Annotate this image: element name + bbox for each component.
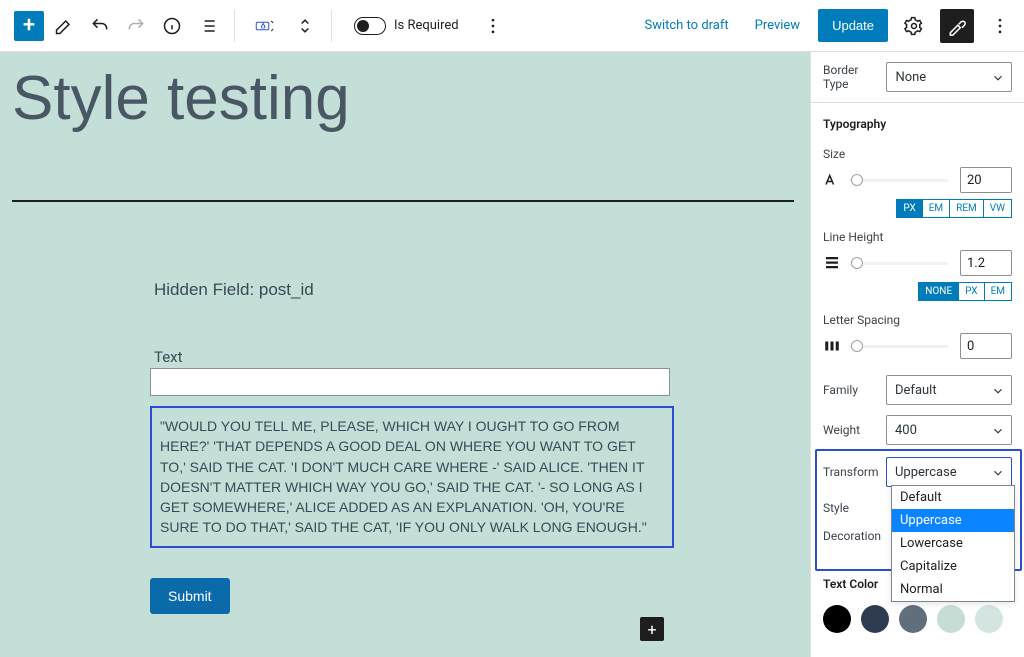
block-inserter-button[interactable]: +	[640, 617, 664, 641]
letter-spacing-icon	[823, 337, 841, 355]
more-options-button[interactable]	[477, 10, 509, 42]
text-field-input[interactable]	[150, 368, 670, 396]
size-value-input[interactable]: 20	[960, 167, 1012, 193]
size-units: PX EM REM VW	[823, 199, 1012, 218]
font-size-icon	[823, 171, 841, 189]
preview-button[interactable]: Preview	[747, 12, 808, 39]
family-select[interactable]: Default	[886, 375, 1012, 405]
unit-em[interactable]: EM	[922, 199, 950, 218]
switch-to-draft-button[interactable]: Switch to draft	[636, 12, 736, 39]
unit-px[interactable]: PX	[896, 199, 922, 218]
page-title[interactable]: Style testing	[12, 68, 802, 130]
edit-mode-button[interactable]	[48, 10, 80, 42]
chevron-down-icon	[991, 384, 1005, 402]
transform-option-capitalize[interactable]: Capitalize	[892, 555, 1014, 578]
style-label: Style	[823, 501, 849, 515]
settings-sidebar: Border Type None Typography Size 20 PX E…	[810, 52, 1024, 657]
transform-dropdown: Default Uppercase Lowercase Capitalize N…	[891, 485, 1015, 602]
add-block-button[interactable]: +	[14, 11, 44, 41]
transform-option-uppercase[interactable]: Uppercase	[892, 509, 1014, 532]
chevron-down-icon	[991, 71, 1005, 89]
swatch-5[interactable]	[975, 605, 1003, 633]
swatch-2[interactable]	[861, 605, 889, 633]
line-height-icon	[823, 254, 841, 272]
swatch-4[interactable]	[937, 605, 965, 633]
weight-label: Weight	[823, 423, 860, 437]
size-slider[interactable]	[849, 179, 948, 182]
chevron-down-icon	[991, 424, 1005, 442]
separator	[234, 10, 235, 42]
editor-canvas: Style testing Hidden Field: post_id Text…	[0, 52, 810, 657]
swatch-3[interactable]	[899, 605, 927, 633]
separator	[331, 10, 332, 42]
typography-heading: Typography	[823, 103, 1012, 141]
line-height-value-input[interactable]: 1.2	[960, 250, 1012, 276]
line-height-slider[interactable]	[849, 262, 948, 265]
transform-option-default[interactable]: Default	[892, 486, 1014, 509]
chevron-down-icon	[991, 466, 1005, 484]
border-type-select[interactable]: None	[886, 62, 1012, 92]
redo-button[interactable]	[120, 10, 152, 42]
textarea-block[interactable]: "WOULD YOU TELL ME, PLEASE, WHICH WAY I …	[150, 406, 674, 548]
letter-spacing-label: Letter Spacing	[823, 313, 1012, 327]
styles-button[interactable]	[940, 9, 974, 43]
submit-button[interactable]: Submit	[150, 578, 230, 614]
update-button[interactable]: Update	[818, 9, 888, 42]
transform-option-lowercase[interactable]: Lowercase	[892, 532, 1014, 555]
unit-rem[interactable]: REM	[949, 199, 984, 218]
form-block: Hidden Field: post_id Text "WOULD YOU TE…	[150, 280, 690, 614]
info-icon[interactable]	[156, 10, 188, 42]
block-type-icon[interactable]	[245, 10, 285, 42]
unit-em[interactable]: EM	[984, 282, 1012, 301]
text-field-label: Text	[154, 348, 690, 366]
undo-button[interactable]	[84, 10, 116, 42]
is-required-label: Is Required	[394, 18, 459, 33]
transform-label: Transform	[823, 465, 879, 479]
letter-spacing-value-input[interactable]: 0	[960, 333, 1012, 359]
hidden-field-label[interactable]: Hidden Field: post_id	[154, 280, 690, 300]
horizontal-rule	[12, 200, 794, 202]
line-height-units: NONE PX EM	[823, 282, 1012, 301]
family-label: Family	[823, 383, 858, 397]
decoration-label: Decoration	[823, 529, 881, 543]
toggle-switch-icon[interactable]	[354, 17, 386, 35]
editor-toolbar: + Is Required Switch to draft Preview Up…	[0, 0, 1024, 52]
line-height-label: Line Height	[823, 230, 1012, 244]
letter-spacing-slider[interactable]	[849, 345, 948, 348]
unit-vw[interactable]: VW	[983, 199, 1012, 218]
unit-none[interactable]: NONE	[918, 282, 959, 301]
is-required-toggle[interactable]: Is Required	[354, 17, 459, 35]
unit-px[interactable]: PX	[958, 282, 984, 301]
swatch-1[interactable]	[823, 605, 851, 633]
transform-option-normal[interactable]: Normal	[892, 578, 1014, 601]
more-menu-button[interactable]	[984, 10, 1016, 42]
settings-button[interactable]	[898, 10, 930, 42]
weight-select[interactable]: 400	[886, 415, 1012, 445]
border-type-label: Border Type	[823, 63, 886, 91]
transform-select[interactable]: Uppercase	[886, 457, 1012, 487]
outline-icon[interactable]	[192, 10, 224, 42]
move-up-down-icon[interactable]	[289, 10, 321, 42]
size-label: Size	[823, 147, 1012, 161]
text-color-swatches	[823, 601, 1012, 653]
